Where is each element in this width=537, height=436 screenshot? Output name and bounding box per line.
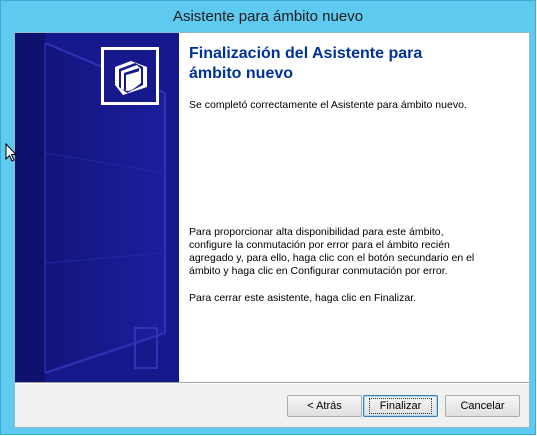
folders-icon bbox=[101, 47, 159, 105]
failover-line: Para proporcionar alta disponibilidad pa… bbox=[189, 226, 444, 238]
finish-button-label: Finalizar bbox=[368, 398, 433, 414]
page-title: Finalización del Asistente para ámbito n… bbox=[189, 44, 509, 84]
title-bar[interactable]: Asistente para ámbito nuevo bbox=[1, 1, 535, 31]
failover-line: configure la conmutación por error para … bbox=[189, 239, 450, 251]
close-instructions: Para cerrar este asistente, haga clic en… bbox=[189, 292, 417, 304]
page-title-line-1: Finalización del Asistente para bbox=[189, 45, 423, 62]
failover-line: ámbito y haga clic en Configurar conmuta… bbox=[189, 265, 448, 277]
finish-button[interactable]: Finalizar bbox=[363, 395, 438, 417]
wizard-page: Finalización del Asistente para ámbito n… bbox=[15, 33, 529, 382]
success-message: Se completó correctamente el Asistente p… bbox=[189, 99, 467, 111]
failover-message: Para proporcionar alta disponibilidad pa… bbox=[189, 226, 499, 278]
back-button[interactable]: < Atrás bbox=[287, 395, 362, 417]
mouse-pointer-icon bbox=[5, 142, 18, 168]
wizard-dialog: Asistente para ámbito nuevo Finalización… bbox=[0, 0, 536, 435]
window-title: Asistente para ámbito nuevo bbox=[172, 7, 364, 25]
wizard-client-area: Finalización del Asistente para ámbito n… bbox=[14, 32, 530, 428]
button-separator bbox=[15, 382, 529, 384]
page-title-line-2: ámbito nuevo bbox=[189, 65, 294, 82]
failover-line: agregado y, para ello, haga clic con el … bbox=[189, 252, 475, 264]
wizard-banner bbox=[15, 33, 179, 382]
cancel-button[interactable]: Cancelar bbox=[445, 395, 520, 417]
